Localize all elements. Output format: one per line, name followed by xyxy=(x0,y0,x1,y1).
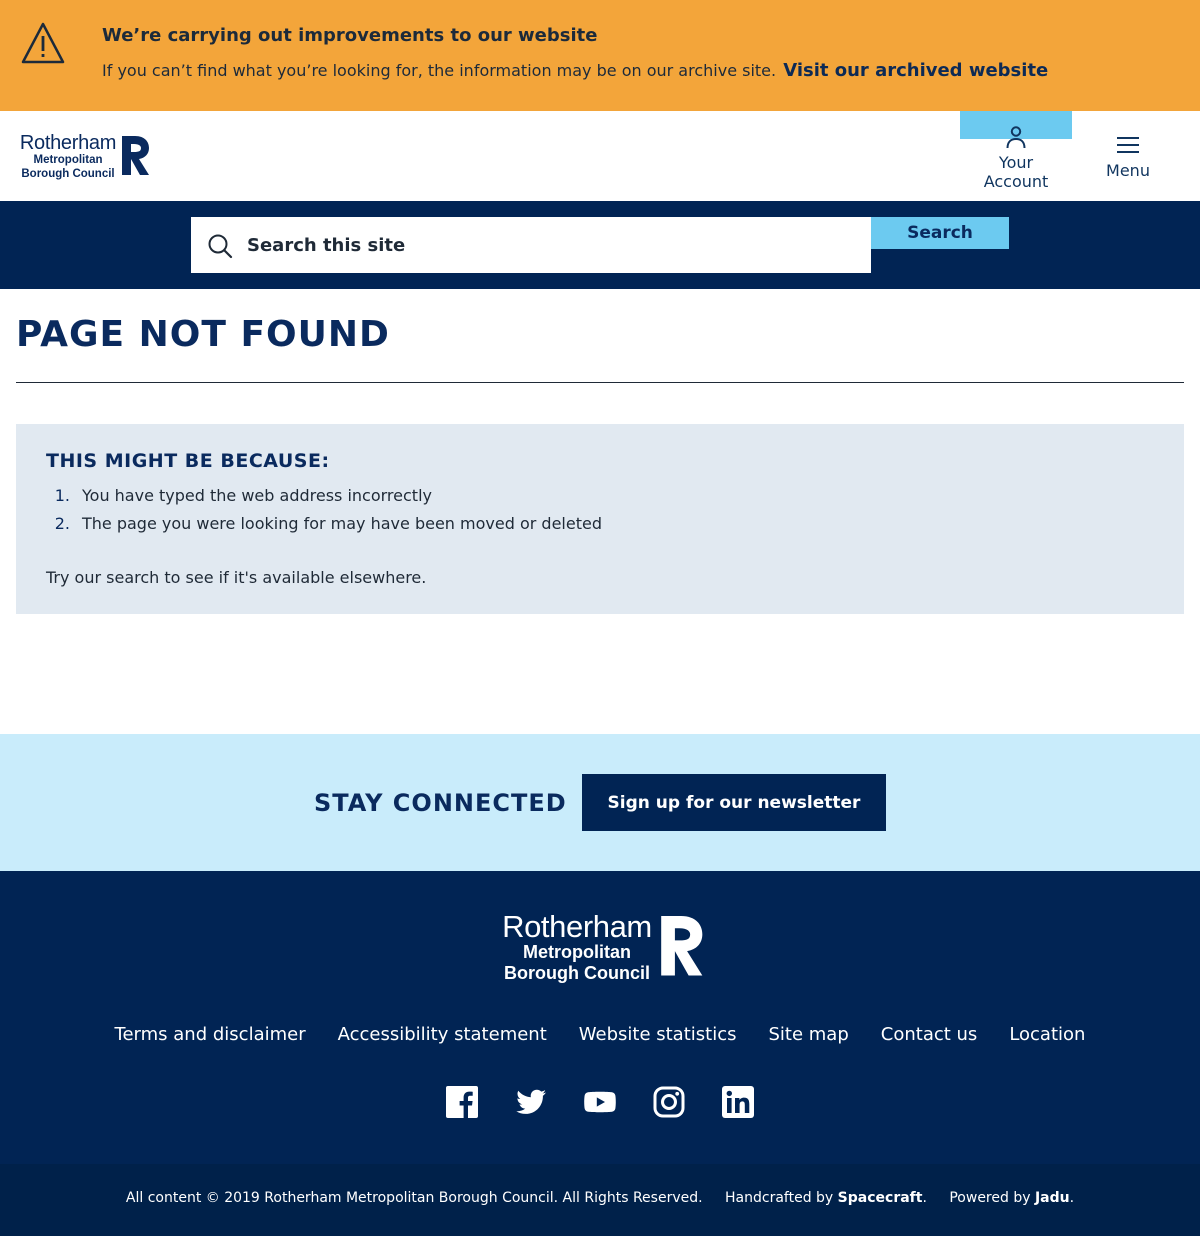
bottom-bar: All content © 2019 Rotherham Metropolita… xyxy=(0,1164,1200,1236)
search-band: Search xyxy=(0,201,1200,289)
facebook-icon[interactable] xyxy=(446,1086,478,1118)
search-suggestion: Try our search to see if it's available … xyxy=(46,568,427,587)
reasons-panel: THIS MIGHT BE BECAUSE: 1. You have typed … xyxy=(16,424,1184,614)
reasons-heading: THIS MIGHT BE BECAUSE: xyxy=(46,450,330,472)
footer-logo-line-2: Metropolitan xyxy=(523,942,631,962)
bottom-credits: All content © 2019 Rotherham Metropolita… xyxy=(125,1190,1075,1206)
instagram-icon[interactable] xyxy=(653,1086,685,1118)
logo-text: Rotherham Metropolitan Borough Council xyxy=(16,133,120,181)
footer-logo-line-1: Rotherham xyxy=(502,909,652,944)
powered-prefix: Powered by xyxy=(949,1190,1031,1206)
reason-number: 2. xyxy=(54,514,70,533)
stay-connected-section: STAY CONNECTED Sign up for our newslette… xyxy=(0,734,1200,871)
twitter-icon[interactable] xyxy=(515,1086,547,1118)
alert-body-text: If you can’t find what you’re looking fo… xyxy=(102,61,777,80)
site-footer: Rotherham Metropolitan Borough Council T… xyxy=(0,871,1200,1164)
warning-icon xyxy=(21,22,65,64)
terms-link[interactable]: Terms and disclaimer xyxy=(115,1024,306,1045)
logo-line-3: Borough Council xyxy=(21,168,115,180)
footer-logo-line-3: Borough Council xyxy=(504,963,650,983)
newsletter-signup-button[interactable]: Sign up for our newsletter xyxy=(582,774,886,831)
archived-website-link[interactable]: Visit our archived website xyxy=(783,60,1048,81)
site-map-link[interactable]: Site map xyxy=(768,1024,848,1045)
hamburger-icon xyxy=(1117,137,1139,153)
alert-body: If you can’t find what you’re looking fo… xyxy=(102,60,1048,81)
site-header: Rotherham Metropolitan Borough Council Y… xyxy=(0,111,1200,201)
location-link[interactable]: Location xyxy=(1009,1024,1085,1045)
menu-button[interactable]: Menu xyxy=(1084,111,1172,201)
reason-text: You have typed the web address incorrect… xyxy=(82,486,432,505)
footer-logo-r-mark xyxy=(661,916,703,976)
reason-item: 2. The page you were looking for may have… xyxy=(46,514,602,533)
linkedin-icon[interactable] xyxy=(722,1086,754,1118)
page-title: PAGE NOT FOUND xyxy=(16,314,390,355)
search-button[interactable]: Search xyxy=(871,217,1009,249)
reason-number: 1. xyxy=(54,486,70,505)
jadu-link[interactable]: Jadu xyxy=(1035,1190,1070,1206)
statistics-link[interactable]: Website statistics xyxy=(579,1024,737,1045)
copyright-text: All content © 2019 Rotherham Metropolita… xyxy=(125,1190,703,1206)
handcrafted-prefix: Handcrafted by xyxy=(725,1190,834,1206)
alert-title: We’re carrying out improvements to our w… xyxy=(102,25,598,46)
account-label: Your Account xyxy=(983,153,1049,191)
footer-logo-text: Rotherham Metropolitan Borough Council xyxy=(496,911,658,984)
social-links xyxy=(0,1086,1200,1118)
accessibility-link[interactable]: Accessibility statement xyxy=(338,1024,547,1045)
search-icon xyxy=(208,234,233,259)
search-input[interactable] xyxy=(247,217,847,273)
reason-text: The page you were looking for may have b… xyxy=(82,514,602,533)
reason-item: 1. You have typed the web address incorre… xyxy=(46,486,432,505)
site-improvement-alert: We’re carrying out improvements to our w… xyxy=(0,0,1200,111)
spacecraft-link[interactable]: Spacecraft xyxy=(838,1190,923,1206)
contact-link[interactable]: Contact us xyxy=(881,1024,978,1045)
footer-links: Terms and disclaimer Accessibility state… xyxy=(0,1024,1200,1045)
stay-connected-title: STAY CONNECTED xyxy=(314,789,567,817)
menu-label: Menu xyxy=(1106,161,1150,180)
logo-line-1: Rotherham xyxy=(19,132,117,154)
logo-r-mark xyxy=(122,136,149,175)
search-box xyxy=(191,217,871,273)
logo-line-2: Metropolitan xyxy=(33,154,103,166)
your-account-button[interactable]: Your Account xyxy=(960,111,1072,201)
council-logo[interactable]: Rotherham Metropolitan Borough Council xyxy=(16,133,150,181)
title-divider xyxy=(16,382,1184,383)
youtube-icon[interactable] xyxy=(584,1086,616,1118)
footer-council-logo[interactable]: Rotherham Metropolitan Borough Council xyxy=(496,911,704,983)
user-icon xyxy=(1006,126,1026,149)
